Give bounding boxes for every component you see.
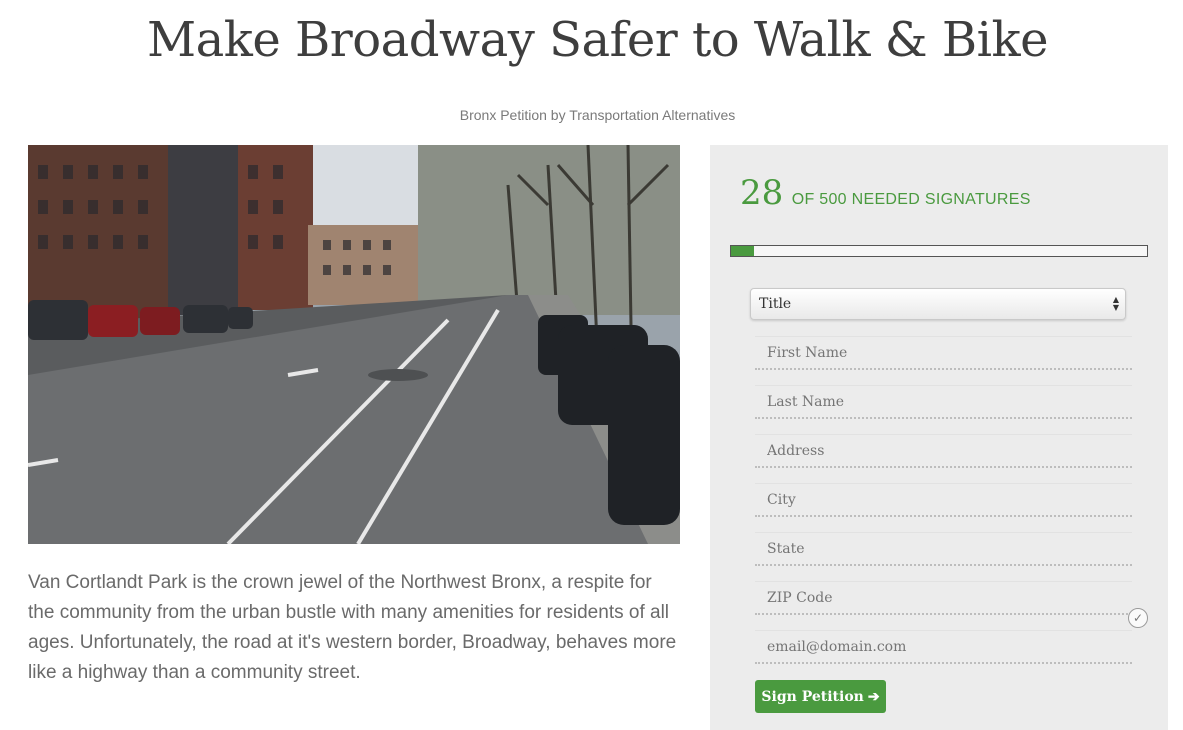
signature-progress-bar (730, 245, 1148, 257)
signature-goal-label: OF 500 NEEDED SIGNATURES (791, 191, 1031, 208)
sign-petition-button[interactable]: Sign Petition ➔ (755, 680, 886, 713)
checkmark-icon[interactable]: ✓ (1128, 608, 1148, 628)
city-field[interactable] (755, 483, 1132, 517)
signature-panel: 28 OF 500 NEEDED SIGNATURES Title ▲▼ ✓ S… (710, 145, 1168, 730)
last-name-field[interactable] (755, 385, 1132, 419)
petition-byline: Bronx Petition by Transportation Alterna… (459, 107, 736, 123)
signature-counter: 28 OF 500 NEEDED SIGNATURES (740, 173, 1031, 213)
email-field[interactable] (755, 630, 1132, 664)
page-title: Make Broadway Safer to Walk & Bike (147, 12, 1048, 68)
signature-progress-fill (731, 246, 755, 256)
sign-petition-label: Sign Petition (761, 688, 864, 705)
title-select-value: Title (759, 296, 792, 312)
select-arrows-icon: ▲ ▼ (1112, 295, 1119, 312)
first-name-field[interactable] (755, 336, 1132, 370)
title-select[interactable]: Title ▲ ▼ (750, 288, 1126, 320)
zip-field[interactable] (755, 581, 1132, 615)
address-field[interactable] (755, 434, 1132, 468)
petition-description: Van Cortlandt Park is the crown jewel of… (28, 572, 677, 683)
street-photo (28, 145, 680, 544)
arrow-right-icon: ➔ (867, 688, 880, 705)
state-field[interactable] (755, 532, 1132, 566)
signature-count: 28 (740, 173, 784, 213)
